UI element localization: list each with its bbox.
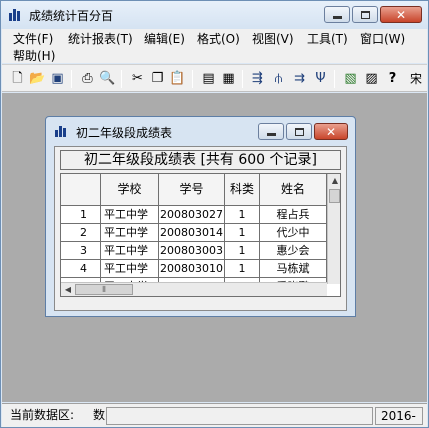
- minimize-icon: [332, 16, 342, 19]
- app-icon: [9, 9, 23, 21]
- cell-school[interactable]: 平工中学: [101, 242, 159, 260]
- cell-id[interactable]: 200803027: [159, 206, 225, 224]
- print-preview-icon[interactable]: 🔍: [99, 70, 116, 87]
- app-title: 成绩统计百分百: [29, 9, 114, 23]
- child-app-icon: [55, 126, 69, 137]
- status-bar: 当前数据区: 数 2016-: [2, 403, 427, 427]
- new-file-icon[interactable]: 🗋: [9, 70, 26, 87]
- menu-edit[interactable]: 编辑(E): [144, 30, 185, 47]
- cell-type[interactable]: 1: [225, 224, 260, 242]
- row-number[interactable]: 3: [61, 242, 101, 260]
- minimize-button[interactable]: [324, 6, 350, 23]
- menu-tools[interactable]: 工具(T): [307, 30, 348, 47]
- font-selector[interactable]: 宋: [410, 70, 422, 87]
- paste-icon[interactable]: 📋: [169, 70, 186, 87]
- maximize-icon: [360, 10, 370, 19]
- status-panel: [106, 407, 373, 425]
- grid-caption: 初二年级段成绩表 [共有 600 个记录]: [60, 150, 341, 170]
- print-icon[interactable]: ⎙: [79, 70, 96, 87]
- menu-window[interactable]: 窗口(W): [360, 30, 405, 47]
- column-header-id[interactable]: 学号: [159, 174, 225, 206]
- menu-reports[interactable]: 统计报表(T): [68, 30, 133, 47]
- open-folder-icon[interactable]: 📂: [29, 70, 46, 87]
- menu-file[interactable]: 文件(F): [13, 30, 53, 47]
- maximize-button[interactable]: [352, 6, 378, 23]
- cell-name[interactable]: 惠少会: [260, 242, 327, 260]
- cell-id[interactable]: 200803003: [159, 242, 225, 260]
- close-icon: ✕: [325, 124, 337, 139]
- child-client-area: 初二年级段成绩表 [共有 600 个记录] 学校 学号 科类 姓名 1 平工中学…: [54, 146, 347, 311]
- insert-column-icon[interactable]: ⇶: [249, 70, 266, 87]
- cell-type[interactable]: 1: [225, 206, 260, 224]
- copy-icon[interactable]: ❐: [149, 70, 166, 87]
- cell-type[interactable]: 1: [225, 242, 260, 260]
- branch-icon[interactable]: Ψ: [312, 70, 329, 87]
- cut-icon[interactable]: ✂: [129, 70, 146, 87]
- cell-name[interactable]: 马栋斌: [260, 260, 327, 278]
- status-label: 当前数据区:: [10, 408, 75, 422]
- menu-bar: 文件(F) 统计报表(T) 编辑(E) 格式(O) 视图(V) 工具(T) 窗口…: [2, 29, 427, 63]
- chart-icon[interactable]: ▨: [363, 70, 380, 87]
- child-minimize-button[interactable]: [258, 123, 284, 140]
- data-grid[interactable]: 学校 学号 科类 姓名 1 平工中学 200803027 1 程占兵 2 平工中…: [60, 173, 341, 297]
- column-header-type[interactable]: 科类: [225, 174, 260, 206]
- sort-icon[interactable]: ▤: [200, 70, 217, 87]
- grid-corner: [61, 174, 101, 206]
- minimize-icon: [266, 133, 276, 136]
- cell-school[interactable]: 平工中学: [101, 206, 159, 224]
- cell-name[interactable]: 代少中: [260, 224, 327, 242]
- save-icon[interactable]: ▣: [49, 70, 66, 87]
- horizontal-scroll-thumb[interactable]: ⦀: [75, 284, 133, 295]
- child-window: 初二年级段成绩表 ✕ 初二年级段成绩表 [共有 600 个记录] 学校 学号 科…: [45, 116, 356, 317]
- scroll-left-icon[interactable]: ◀: [62, 286, 74, 294]
- column-header-school[interactable]: 学校: [101, 174, 159, 206]
- child-maximize-button[interactable]: [286, 123, 312, 140]
- column-header-name[interactable]: 姓名: [260, 174, 327, 206]
- row-number[interactable]: 4: [61, 260, 101, 278]
- horizontal-scrollbar[interactable]: ◀ ⦀: [61, 282, 327, 296]
- cell-name[interactable]: 程占兵: [260, 206, 327, 224]
- row-number[interactable]: 1: [61, 206, 101, 224]
- close-icon: ✕: [395, 7, 407, 22]
- close-button[interactable]: ✕: [380, 6, 422, 23]
- child-window-title: 初二年级段成绩表: [76, 126, 173, 140]
- cell-id[interactable]: 200803010: [159, 260, 225, 278]
- filter-icon[interactable]: ▦: [220, 70, 237, 87]
- status-value: 数: [93, 408, 106, 422]
- cell-school[interactable]: 平工中学: [101, 224, 159, 242]
- child-title-bar[interactable]: 初二年级段成绩表 ✕: [46, 117, 355, 145]
- help-icon[interactable]: ?: [384, 70, 401, 87]
- image-icon[interactable]: ▧: [342, 70, 359, 87]
- status-date: 2016-: [375, 407, 423, 425]
- split-icon[interactable]: ⇉: [291, 70, 308, 87]
- scroll-up-icon[interactable]: ▲: [329, 177, 340, 185]
- vertical-scroll-thumb[interactable]: [329, 189, 340, 203]
- cell-type[interactable]: 1: [225, 260, 260, 278]
- cell-id[interactable]: 200803014: [159, 224, 225, 242]
- cell-school[interactable]: 平工中学: [101, 260, 159, 278]
- menu-view[interactable]: 视图(V): [252, 30, 294, 47]
- vertical-scrollbar[interactable]: ▲: [327, 174, 340, 284]
- menu-help[interactable]: 帮助(H): [13, 47, 55, 64]
- child-close-button[interactable]: ✕: [314, 123, 348, 140]
- title-bar[interactable]: 成绩统计百分百 ✕: [1, 1, 428, 29]
- row-number[interactable]: 2: [61, 224, 101, 242]
- maximize-icon: [294, 127, 304, 136]
- toolbar: 🗋 📂 ▣ ⎙ 🔍 ✂ ❐ 📋 ▤ ▦ ⇶ ⫛ ⇉ Ψ ▧ ▨ ? 宋: [2, 64, 427, 92]
- menu-format[interactable]: 格式(O): [197, 30, 240, 47]
- merge-icon[interactable]: ⫛: [270, 70, 287, 87]
